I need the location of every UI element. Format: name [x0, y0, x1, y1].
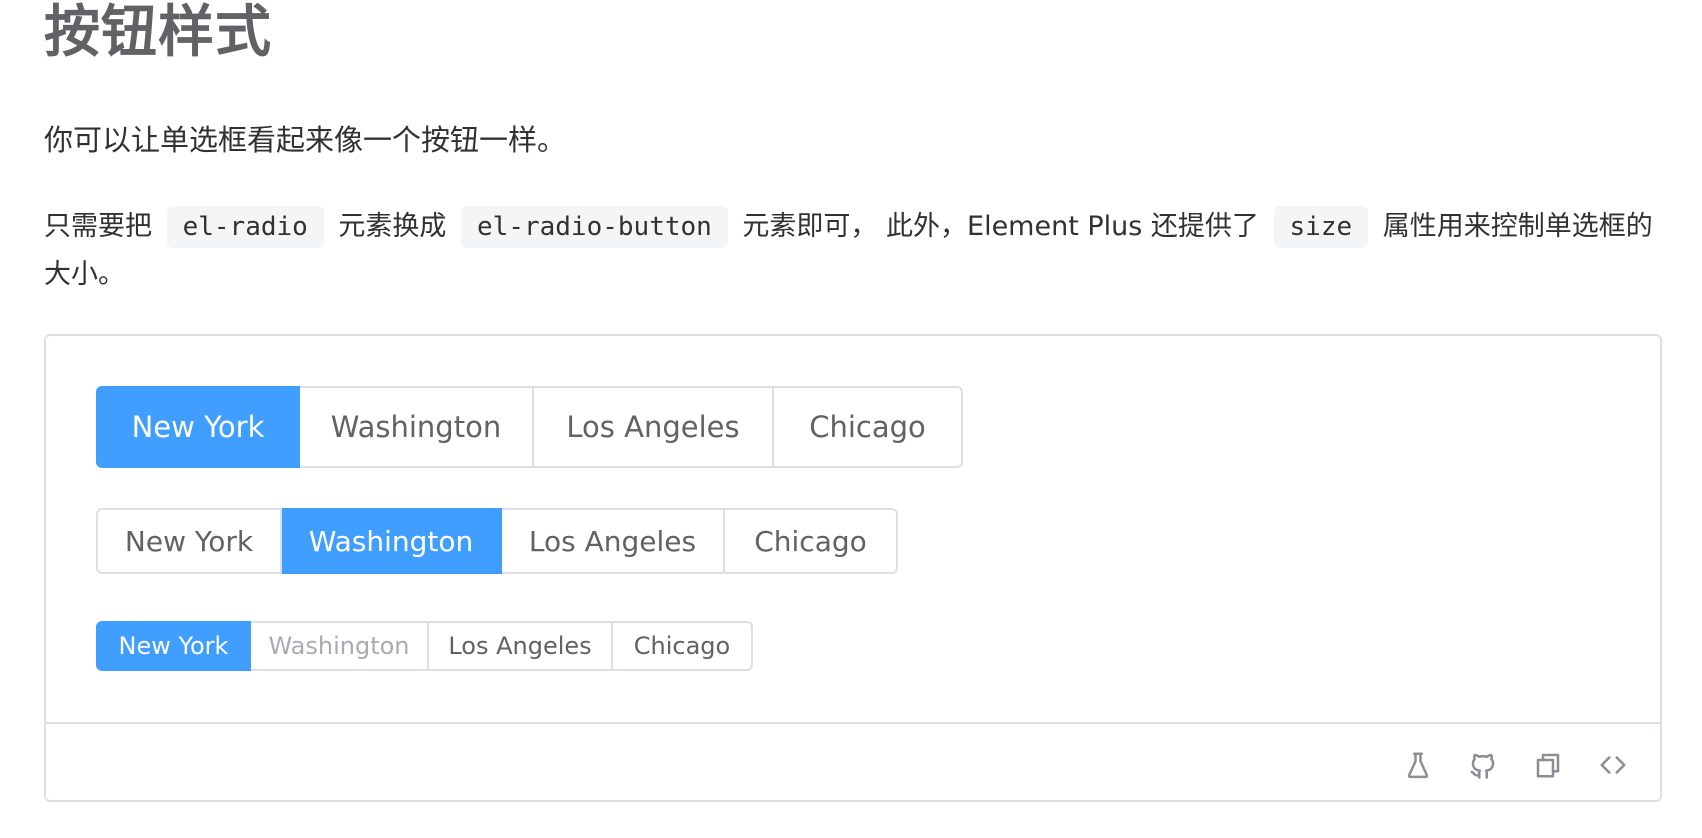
- radio-button-chicago[interactable]: Chicago: [613, 621, 753, 671]
- radio-button-chicago[interactable]: Chicago: [725, 508, 898, 574]
- radio-group-large: New York Washington Los Angeles Chicago: [96, 386, 963, 468]
- radio-group-default: New York Washington Los Angeles Chicago: [96, 508, 898, 574]
- radio-button-washington[interactable]: Washington: [300, 386, 534, 468]
- radio-button-los-angeles[interactable]: Los Angeles: [534, 386, 774, 468]
- doc-page: 按钮样式 你可以让单选框看起来像一个按钮一样。 只需要把 el-radio 元素…: [0, 0, 1702, 838]
- demo-block: New York Washington Los Angeles Chicago …: [44, 334, 1662, 802]
- copy-icon[interactable]: [1531, 748, 1565, 782]
- code-el-radio-button: el-radio-button: [461, 206, 728, 248]
- desc-part-2: 元素换成: [338, 211, 447, 242]
- radio-button-new-york[interactable]: New York: [96, 621, 251, 671]
- radio-button-los-angeles[interactable]: Los Angeles: [502, 508, 725, 574]
- github-icon[interactable]: [1466, 748, 1500, 782]
- demo-actions: [1401, 748, 1630, 782]
- section-title: 按钮样式: [44, 0, 272, 65]
- code-el-radio: el-radio: [166, 206, 324, 248]
- demo-preview: New York Washington Los Angeles Chicago …: [46, 336, 1660, 722]
- radio-button-los-angeles[interactable]: Los Angeles: [429, 621, 613, 671]
- desc-part-1: 只需要把: [44, 211, 152, 242]
- radio-group-small: New York Washington Los Angeles Chicago: [96, 621, 753, 671]
- code-icon[interactable]: [1596, 748, 1630, 782]
- radio-button-washington[interactable]: Washington: [282, 508, 502, 574]
- description-text: 只需要把 el-radio 元素换成 el-radio-button 元素即可，…: [44, 203, 1664, 298]
- flask-icon[interactable]: [1401, 748, 1435, 782]
- code-size: size: [1273, 206, 1369, 248]
- radio-button-washington-disabled: Washington: [251, 621, 429, 671]
- demo-toolbar: [46, 722, 1660, 800]
- desc-part-3: 元素即可， 此外，Element Plus 还提供了: [742, 211, 1259, 242]
- radio-button-chicago[interactable]: Chicago: [774, 386, 963, 468]
- radio-button-new-york[interactable]: New York: [96, 386, 300, 468]
- intro-text: 你可以让单选框看起来像一个按钮一样。: [44, 123, 567, 157]
- radio-button-new-york[interactable]: New York: [96, 508, 282, 574]
